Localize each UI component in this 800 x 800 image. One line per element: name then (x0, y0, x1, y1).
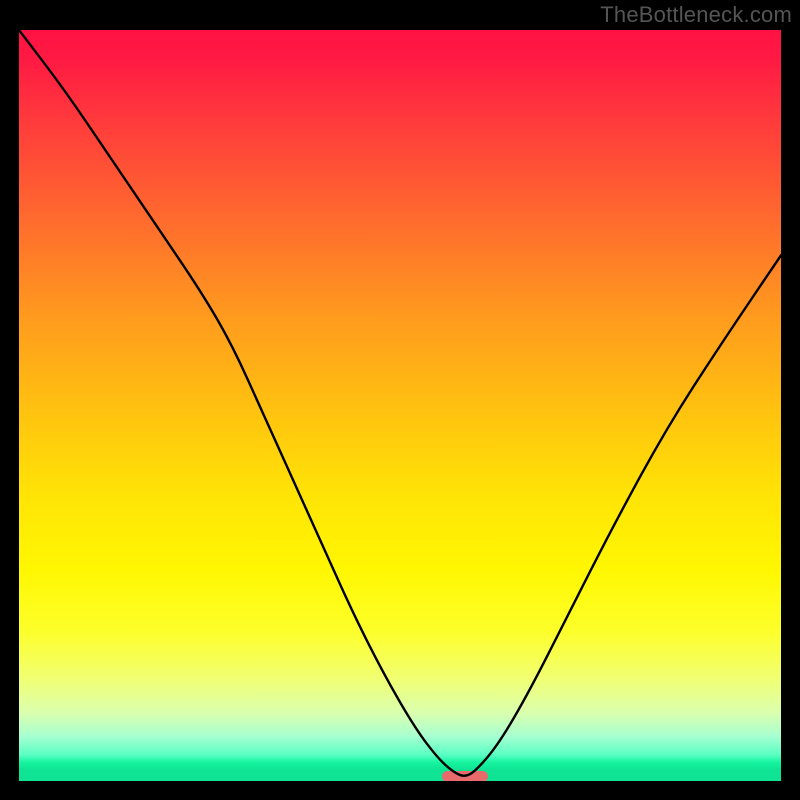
chart-container: { "watermark": "TheBottleneck.com", "cha… (0, 0, 800, 800)
watermark-text: TheBottleneck.com (600, 2, 792, 28)
curve-path (19, 30, 781, 776)
bottleneck-curve (19, 30, 781, 781)
plot-area (19, 30, 781, 781)
